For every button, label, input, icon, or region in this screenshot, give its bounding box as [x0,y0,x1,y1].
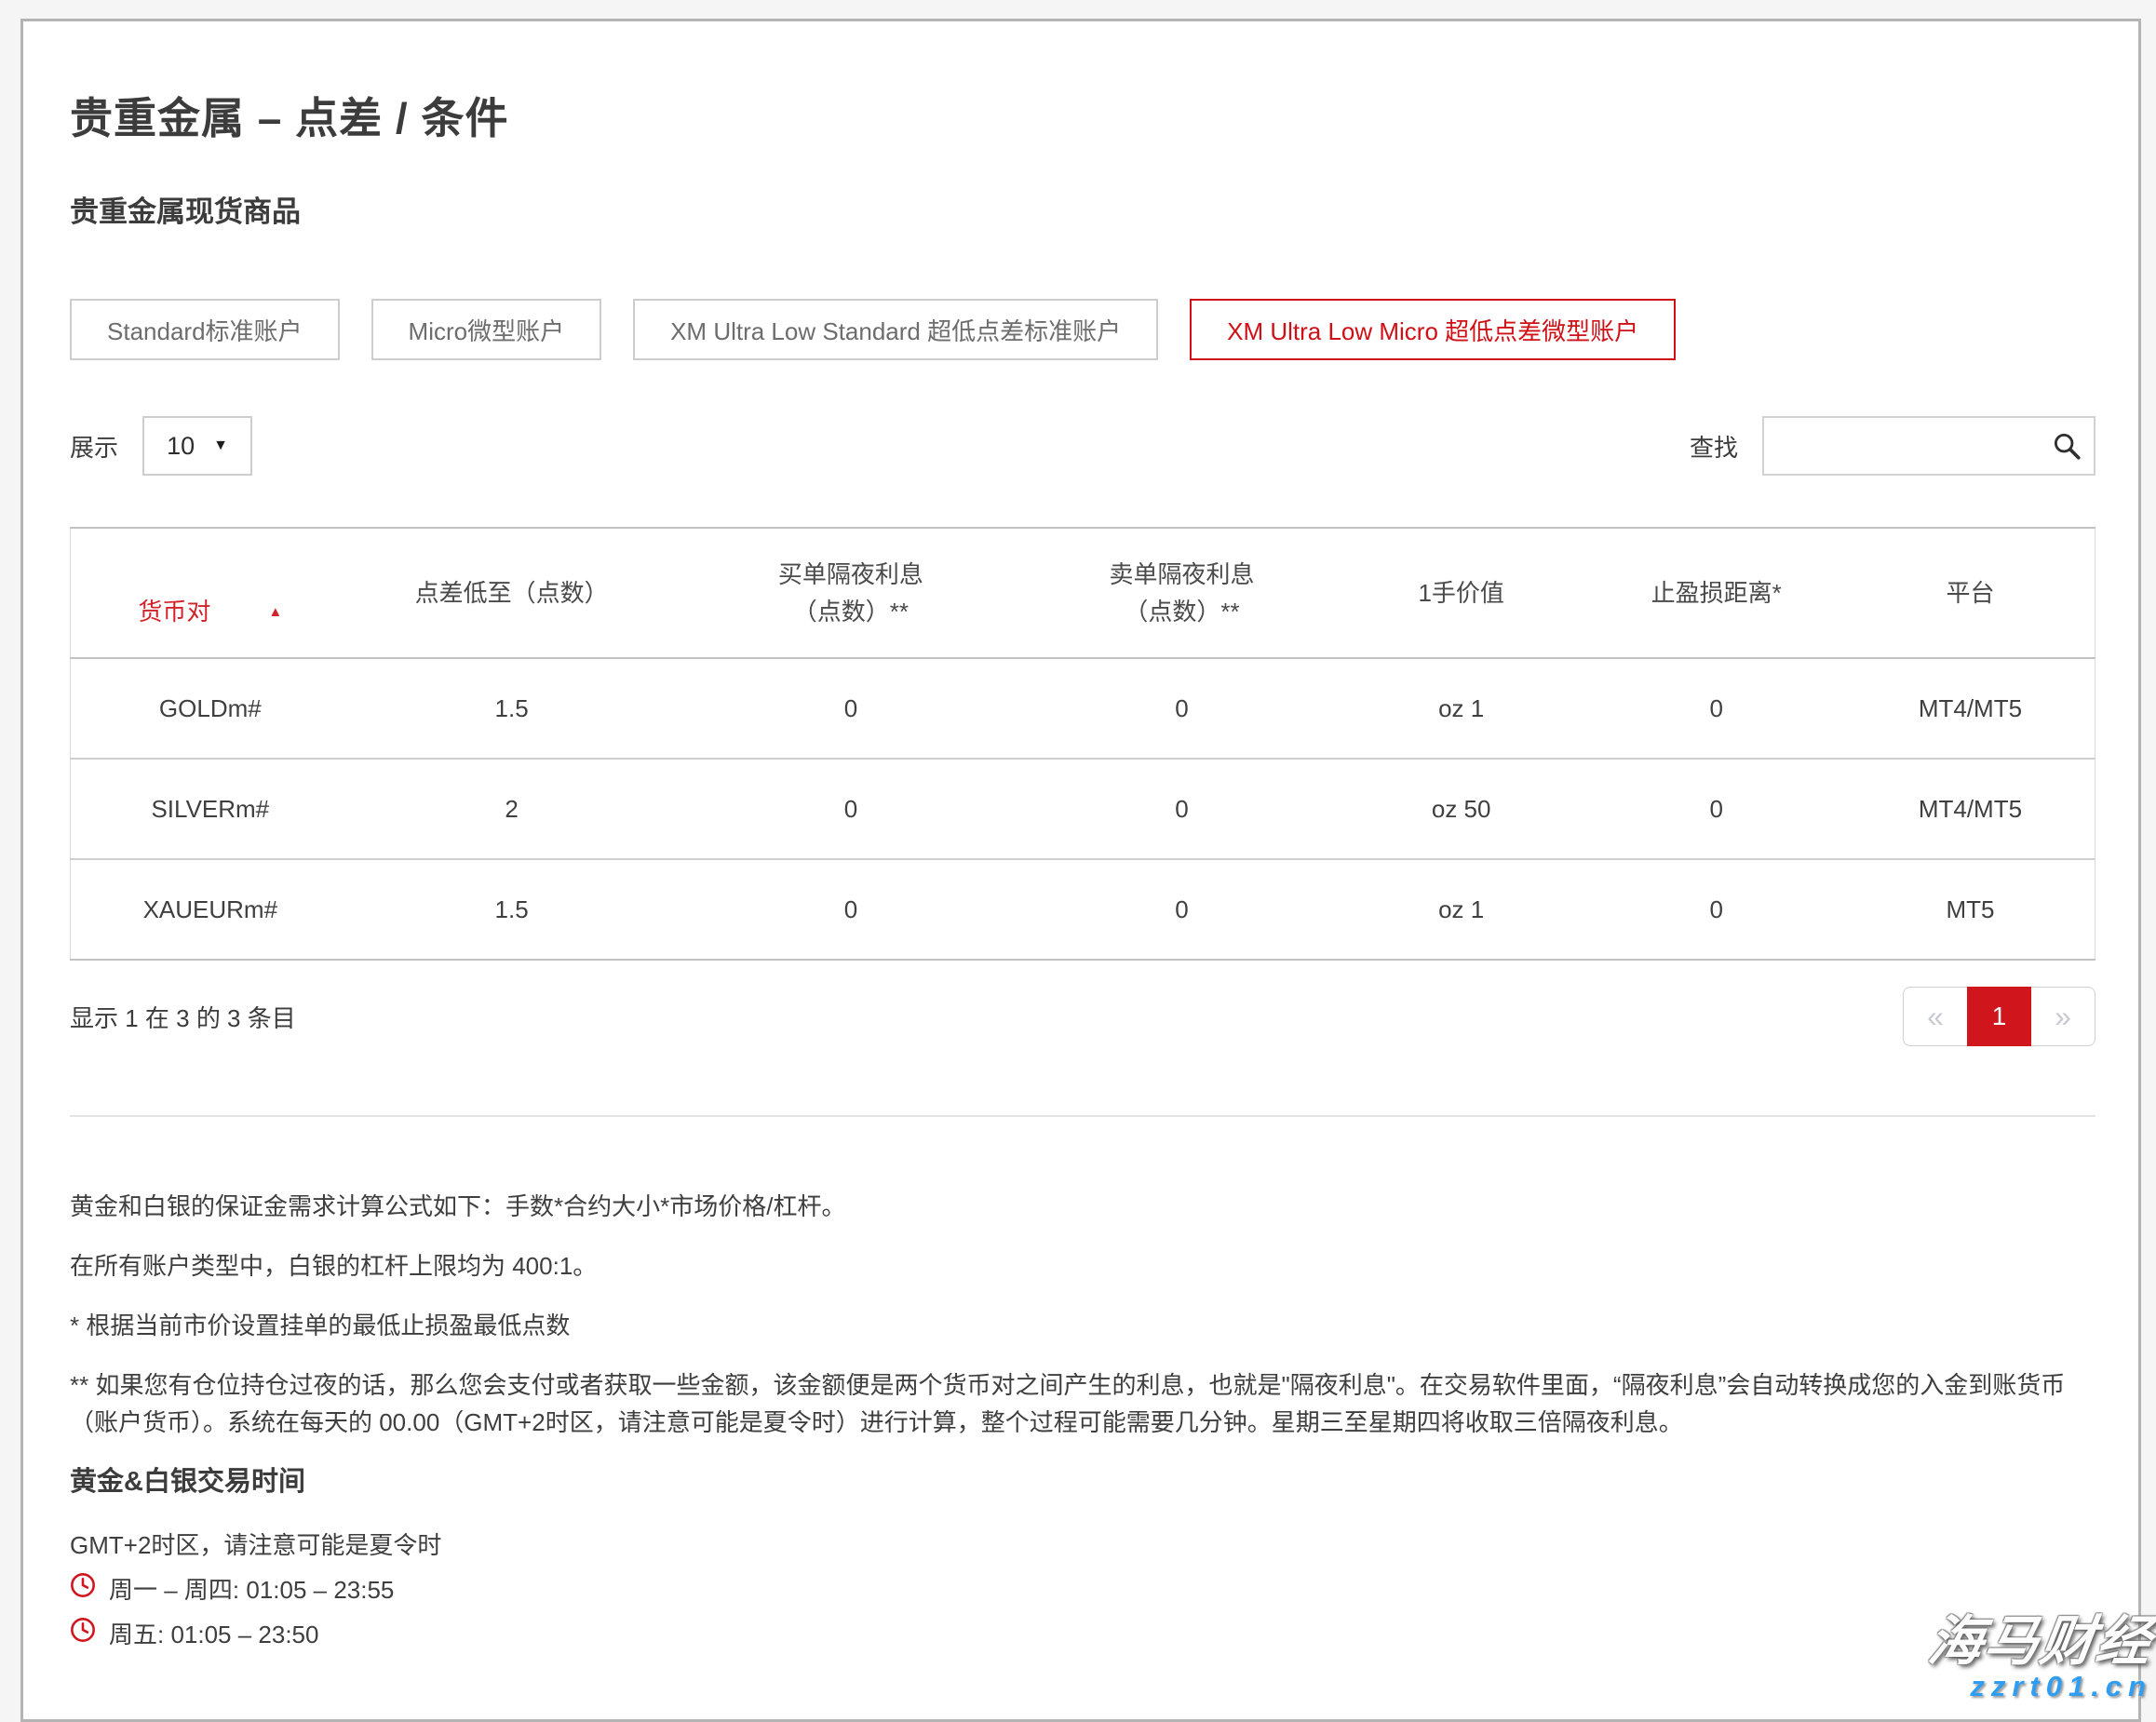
content-card: 贵重金属 – 点差 / 条件 贵重金属现货商品 Standard标准账户 Mic… [20,19,2141,1722]
table-row: XAUEURm# 1.5 0 0 oz 1 0 MT5 [71,859,2095,960]
watermark: 海马财经 zzrt01.cn [1929,1614,2152,1703]
cell-platform: MT4/MT5 [1846,759,2095,859]
trading-hours-text: 周五: 01:05 – 23:50 [109,1616,318,1653]
page-1-button[interactable]: 1 [1967,987,2031,1046]
column-header-lot-value[interactable]: 1手价值 [1336,528,1587,658]
cell-lot-value: oz 1 [1336,859,1587,960]
double-chevron-right-icon: » [2055,1000,2071,1034]
margin-formula-note: 黄金和白银的保证金需求计算公式如下：手数*合约大小*市场价格/杠杆。 [70,1188,2095,1225]
page-size-value: 10 [167,432,195,461]
column-header-swap-short[interactable]: 卖单隔夜利息 （点数）** [1028,528,1336,658]
cell-platform: MT4/MT5 [1846,658,2095,759]
clock-icon [70,1616,96,1653]
cell-swap-short: 0 [1028,759,1336,859]
cell-symbol: SILVERm# [71,759,350,859]
column-header-symbol[interactable]: 货币对 ▲ [71,528,350,658]
page-title: 贵重金属 – 点差 / 条件 [70,92,2095,144]
cell-lot-value: oz 50 [1336,759,1587,859]
search-icon [2051,430,2082,466]
cell-symbol: XAUEURm# [71,859,350,960]
cell-stop-level: 0 [1587,859,1846,960]
trading-hours-row: 周一 – 周四: 01:05 – 23:55 [70,1571,2095,1608]
column-header-swap-long[interactable]: 买单隔夜利息 （点数）** [674,528,1029,658]
cell-spread: 1.5 [350,859,674,960]
search-label: 查找 [1690,429,1738,464]
tab-ultra-low-micro-account[interactable]: XM Ultra Low Micro 超低点差微型账户 [1190,299,1676,360]
swap-footnote: ** 如果您有仓位持仓过夜的话，那么您会支付或者获取一些金额，该金额便是两个货币… [70,1366,2095,1441]
column-header-platform[interactable]: 平台 [1846,528,2095,658]
table-row: SILVERm# 2 0 0 oz 50 0 MT4/MT5 [71,759,2095,859]
trading-hours-text: 周一 – 周四: 01:05 – 23:55 [109,1571,394,1608]
cell-stop-level: 0 [1587,759,1846,859]
instruments-table: 货币对 ▲ 点差低至（点数） 买单隔夜利息 （点数）** 卖单隔夜利息 （点数）… [70,527,2095,961]
watermark-url: zzrt01.cn [1929,1670,2152,1703]
cell-spread: 2 [350,759,674,859]
cell-platform: MT5 [1846,859,2095,960]
timezone-note: GMT+2时区，请注意可能是夏令时 [70,1527,2095,1564]
previous-page-button[interactable]: « [1903,987,1967,1046]
cell-stop-level: 0 [1587,658,1846,759]
table-header-row: 货币对 ▲ 点差低至（点数） 买单隔夜利息 （点数）** 卖单隔夜利息 （点数）… [71,528,2095,658]
double-chevron-left-icon: « [1927,1000,1944,1034]
cell-swap-long: 0 [674,859,1029,960]
page-subtitle: 贵重金属现货商品 [70,195,2095,230]
next-page-button[interactable]: » [2031,987,2095,1046]
search-box [1762,416,2095,476]
account-type-tabs: Standard标准账户 Micro微型账户 XM Ultra Low Stan… [70,299,2095,360]
stop-level-footnote: * 根据当前市价设置挂单的最低止损盈最低点数 [70,1307,2095,1344]
pager: « 1 » [1903,987,2095,1046]
tab-micro-account[interactable]: Micro微型账户 [371,299,602,360]
cell-swap-long: 0 [674,759,1029,859]
cell-lot-value: oz 1 [1336,658,1587,759]
watermark-brand: 海马财经 [1925,1614,2156,1670]
column-header-stop-level[interactable]: 止盈损距离* [1587,528,1846,658]
column-header-spread[interactable]: 点差低至（点数） [350,528,674,658]
page-size-select[interactable]: 10 ▼ [142,416,252,476]
leverage-note: 在所有账户类型中，白银的杠杆上限均为 400:1。 [70,1247,2095,1285]
cell-swap-long: 0 [674,658,1029,759]
cell-swap-short: 0 [1028,658,1336,759]
tab-ultra-low-standard-account[interactable]: XM Ultra Low Standard 超低点差标准账户 [633,299,1158,360]
entries-summary: 显示 1 在 3 的 3 条目 [70,1000,296,1034]
section-divider [70,1115,2095,1117]
show-entries-label: 展示 [70,429,118,464]
sort-ascending-icon: ▲ [268,605,282,619]
pagination-row: 显示 1 在 3 的 3 条目 « 1 » [70,987,2095,1046]
chevron-down-icon: ▼ [213,437,228,454]
table-row: GOLDm# 1.5 0 0 oz 1 0 MT4/MT5 [71,658,2095,759]
cell-swap-short: 0 [1028,859,1336,960]
trading-hours-row: 周五: 01:05 – 23:50 [70,1616,2095,1653]
cell-symbol: GOLDm# [71,658,350,759]
clock-icon [70,1571,96,1608]
column-header-symbol-label: 货币对 [138,593,210,630]
search-input[interactable] [1762,416,2095,476]
tab-standard-account[interactable]: Standard标准账户 [70,299,340,360]
trading-hours-heading: 黄金&白银交易时间 [70,1463,2095,1500]
table-controls: 展示 10 ▼ 查找 [70,416,2095,476]
cell-spread: 1.5 [350,658,674,759]
